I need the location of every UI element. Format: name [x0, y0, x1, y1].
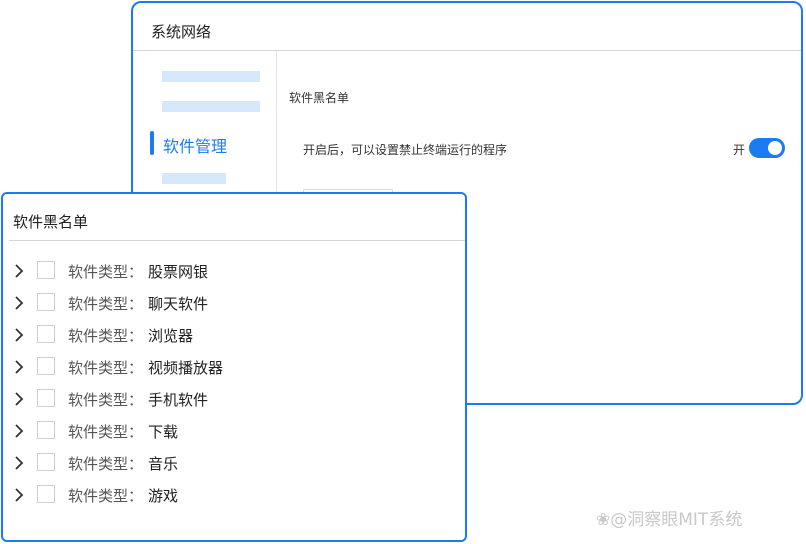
- tree-row[interactable]: 软件类型： 音乐: [3, 448, 443, 478]
- row-type-label: 软件类型：: [68, 455, 144, 473]
- chevron-right-icon[interactable]: [12, 456, 26, 470]
- row-type-label: 软件类型：: [68, 295, 144, 313]
- chevron-right-icon[interactable]: [12, 360, 26, 374]
- row-checkbox[interactable]: [37, 325, 55, 343]
- tree-row[interactable]: 软件类型： 游戏: [3, 480, 443, 510]
- panel-title: 软件黑名单: [13, 213, 89, 231]
- row-type-label: 软件类型：: [68, 391, 144, 409]
- blacklist-description: 开启后，可以设置禁止终端运行的程序: [303, 143, 508, 157]
- software-blacklist-panel: 软件黑名单 软件类型： 股票网银 软件类型： 聊天软件 软件类型： 浏览器 软件…: [1, 192, 467, 542]
- chevron-right-icon[interactable]: [12, 488, 26, 502]
- window-title: 系统网络: [151, 23, 212, 41]
- tree-row[interactable]: 软件类型： 聊天软件: [3, 288, 443, 318]
- toggle-knob: [768, 141, 782, 155]
- tree-row[interactable]: 软件类型： 股票网银: [3, 256, 443, 286]
- sidebar-active-indicator: [150, 131, 154, 155]
- chevron-right-icon[interactable]: [12, 392, 26, 406]
- paw-icon: ❀: [596, 510, 611, 530]
- row-type-label: 软件类型：: [68, 359, 144, 377]
- row-type-value: 股票网银: [148, 263, 209, 281]
- row-type-label: 软件类型：: [68, 487, 144, 505]
- tree-row[interactable]: 软件类型： 视频播放器: [3, 352, 443, 382]
- row-type-value: 音乐: [148, 455, 179, 473]
- section-title: 软件黑名单: [289, 91, 350, 105]
- sidebar-item-placeholder[interactable]: [162, 71, 260, 82]
- sidebar-item-placeholder[interactable]: [162, 173, 226, 184]
- chevron-right-icon[interactable]: [12, 424, 26, 438]
- row-checkbox[interactable]: [37, 421, 55, 439]
- toggle-state-label: 开: [733, 143, 746, 157]
- row-type-label: 软件类型：: [68, 263, 144, 281]
- row-type-label: 软件类型：: [68, 327, 144, 345]
- blacklist-toggle[interactable]: [749, 138, 785, 158]
- row-type-value: 聊天软件: [148, 295, 209, 313]
- row-checkbox[interactable]: [37, 293, 55, 311]
- row-type-value: 视频播放器: [148, 359, 224, 377]
- row-type-value: 游戏: [148, 487, 179, 505]
- row-checkbox[interactable]: [37, 357, 55, 375]
- panel-header-divider: [9, 240, 465, 241]
- chevron-right-icon[interactable]: [12, 264, 26, 278]
- row-type-value: 浏览器: [148, 327, 194, 345]
- chevron-right-icon[interactable]: [12, 296, 26, 310]
- row-checkbox[interactable]: [37, 389, 55, 407]
- row-checkbox[interactable]: [37, 485, 55, 503]
- chevron-right-icon[interactable]: [12, 328, 26, 342]
- tree-row[interactable]: 软件类型： 浏览器: [3, 320, 443, 350]
- row-checkbox[interactable]: [37, 261, 55, 279]
- row-type-label: 软件类型：: [68, 423, 144, 441]
- watermark: ❀@洞察眼MIT系统: [596, 505, 742, 530]
- row-type-value: 手机软件: [148, 391, 209, 409]
- tree-row[interactable]: 软件类型： 手机软件: [3, 384, 443, 414]
- row-type-value: 下载: [148, 423, 179, 441]
- sidebar-item-placeholder[interactable]: [162, 101, 260, 112]
- sidebar-item-software-management[interactable]: 软件管理: [163, 133, 227, 157]
- watermark-text: @洞察眼MIT系统: [610, 510, 743, 530]
- row-checkbox[interactable]: [37, 453, 55, 471]
- tree-row[interactable]: 软件类型： 下载: [3, 416, 443, 446]
